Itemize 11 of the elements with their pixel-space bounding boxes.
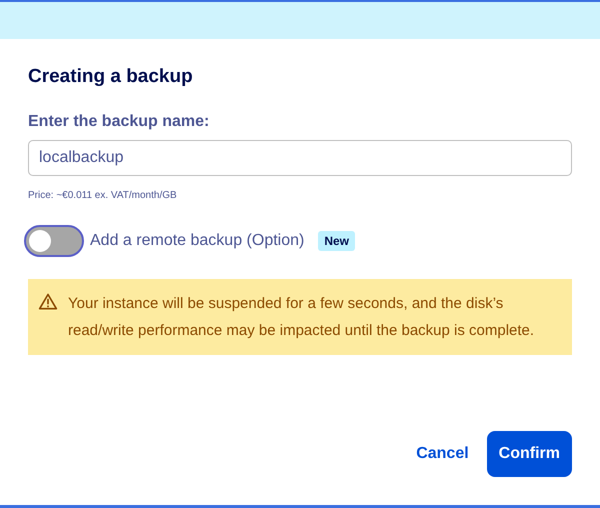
toggle-label: Add a remote backup (Option) [90,230,304,250]
dialog-title: Creating a backup [28,65,193,89]
price-hint: Price: ~€0.011 ex. VAT/month/GB [28,188,177,202]
new-badge: New [318,230,356,250]
cancel-link[interactable]: Cancel [416,442,469,466]
toggle-switch[interactable] [24,224,84,256]
field-label: Enter the backup name: [28,112,210,132]
confirm-button[interactable]: Confirm [486,431,572,477]
warning-icon [38,292,58,312]
name-field[interactable]: localbackup [28,140,572,176]
warning-text: Your instance will be suspended for a few seconds, and the disk’s read/write performance may be impacted until the backup is complete. [68,294,536,340]
